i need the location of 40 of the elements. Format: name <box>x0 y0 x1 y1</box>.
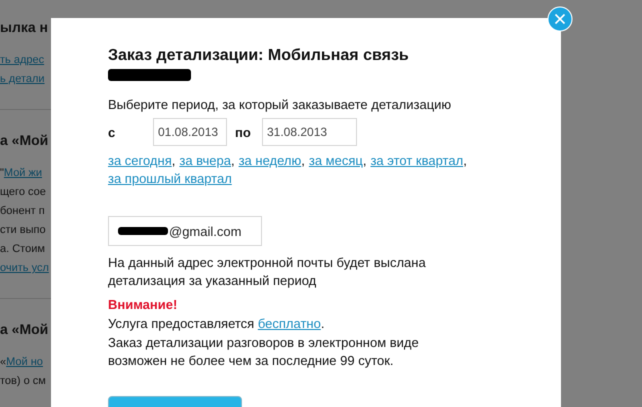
email-value: @gmail.com <box>169 224 242 238</box>
separator: , <box>362 153 366 168</box>
email-note: На данный адрес электронной почты будет выслана детализация за указанный период <box>108 254 427 290</box>
quote-mark: « <box>0 356 6 368</box>
separator: , <box>230 153 235 168</box>
section-heading: а «Мой <box>0 321 50 339</box>
dialog-title: Заказ детализации: Мобильная связь <box>108 46 410 66</box>
page-link[interactable]: ть адрес <box>0 54 44 66</box>
body-text: тов) о см <box>0 375 46 387</box>
limit-text: Заказ детализации разговоров в электронном виде возможен не более чем за последние 99 суток. <box>108 334 420 370</box>
page-link[interactable]: ь детали <box>0 73 45 85</box>
separator: , <box>172 153 176 168</box>
service-text: Услуга предоставляется бесплатно. <box>108 315 326 333</box>
period-link[interactable]: за прошлый квартал <box>108 171 232 186</box>
from-date-field[interactable]: 01.08.2013 <box>153 118 227 146</box>
period-link[interactable]: за вчера <box>179 153 231 168</box>
page-link[interactable]: Мой жи <box>4 167 42 179</box>
separator: , <box>463 153 467 168</box>
period-link[interactable]: за неделю <box>238 153 302 168</box>
quote-mark: " <box>0 167 4 179</box>
to-label: по <box>235 124 252 140</box>
to-date-field[interactable]: 31.08.2013 <box>262 118 357 146</box>
close-icon[interactable] <box>547 6 573 32</box>
period-link[interactable]: за месяц <box>308 153 363 168</box>
free-link[interactable]: бесплатно <box>258 316 321 331</box>
body-text: сти выпо <box>0 224 46 236</box>
period-prompt: Выберите период, за который заказываете детализацию <box>108 96 452 114</box>
period-link[interactable]: за этот квартал <box>370 153 464 168</box>
page-link[interactable]: очить усл <box>0 262 49 274</box>
page-link[interactable]: Мой но <box>6 356 43 368</box>
body-text: щего сое <box>0 186 46 198</box>
section-heading: а «Мой <box>0 132 50 150</box>
email-field[interactable]: @gmail.com <box>108 216 262 246</box>
from-label: с <box>108 124 116 140</box>
section-heading: ылка н <box>0 19 49 37</box>
period-link[interactable]: за сегодня <box>108 153 172 168</box>
warning-title: Внимание! <box>108 296 178 314</box>
body-text: бонент п <box>0 205 45 217</box>
body-text: а. Стоим <box>0 243 45 255</box>
separator: , <box>301 153 305 168</box>
